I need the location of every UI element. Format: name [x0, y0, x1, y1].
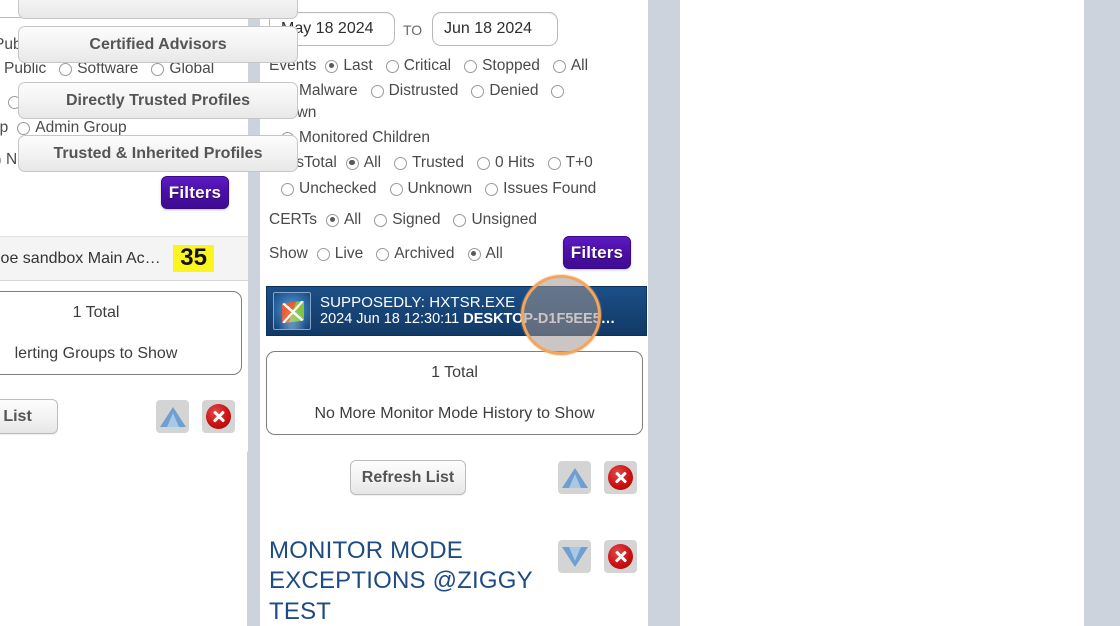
radio-label-vt-0hits: 0 Hits [495, 154, 535, 171]
triangle-up-icon [159, 406, 186, 427]
left-result-message: lerting Groups to Show [14, 344, 178, 362]
event-row-timestamp: 2024 Jun 18 12:30:11 [320, 311, 464, 328]
left-filters-button[interactable]: Filters [161, 176, 229, 209]
radio-label-show-live: Live [334, 245, 364, 262]
radio-label-events-all: All [570, 57, 589, 74]
certs-label: CERTs [269, 211, 317, 228]
radio-label-show-all: All [485, 245, 503, 262]
events-radio-row-3: Monitored Children [281, 129, 443, 147]
radio-vt-trusted[interactable] [394, 156, 408, 170]
virustotal-radio-row-2: Unchecked Unknown Issues Found [281, 180, 609, 198]
certs-radio-row: CERTs All Signed Unsigned [269, 211, 550, 229]
radio-label-vt-all: All [363, 154, 382, 171]
middle-result-message: No More Monitor Mode History to Show [314, 404, 595, 422]
certified-advisors-button[interactable]: Certified Advisors [18, 26, 298, 63]
radio-events-last[interactable] [325, 59, 339, 73]
events-radio-row-1: Events Last Critical Stopped All [269, 57, 601, 75]
radio-label-events-stopped: Stopped [482, 57, 540, 74]
left-list-item[interactable]: joe sandbox Main Ac… 35 [0, 236, 248, 281]
date-to-input[interactable]: Jun 18 2024 [432, 12, 558, 46]
middle-filters-button[interactable]: Filters [563, 236, 631, 269]
left-list-item-label: joe sandbox Main Ac… [0, 249, 161, 267]
panel-gutter-middle [648, 0, 680, 626]
bottom-expand-down-button[interactable] [558, 540, 591, 573]
radio-label-events-last: Last [343, 57, 373, 74]
middle-refresh-list-button[interactable]: Refresh List [350, 460, 466, 495]
radio-vt-tplus0[interactable] [547, 156, 561, 170]
close-x-icon [206, 404, 231, 429]
directly-trusted-profiles-button[interactable]: Directly Trusted Profiles [18, 82, 298, 119]
left-admin-row-prefix: up [0, 119, 9, 136]
middle-result-total: 1 Total [431, 363, 478, 381]
radio-label-monitored-children: Monitored Children [299, 129, 430, 146]
events-radio-row-2: Malware Distrusted Denied [281, 82, 565, 100]
radio-certs-signed[interactable] [374, 213, 388, 227]
event-row-hostname: DESKTOP-D1F5EE5… [463, 311, 616, 328]
radio-label-certs-unsigned: Unsigned [471, 211, 537, 228]
radio-software[interactable] [59, 62, 73, 76]
radio-label-vt-issues-found: Issues Found [503, 180, 597, 197]
radio-label-certs-signed: Signed [392, 211, 441, 228]
radio-vt-all[interactable] [345, 156, 359, 170]
left-refresh-list-button[interactable]: sh List [0, 399, 58, 434]
middle-collapse-up-button[interactable] [558, 461, 591, 494]
date-separator-label: TO [403, 22, 423, 38]
radio-none[interactable] [0, 153, 1, 167]
radio-events-distrusted[interactable] [370, 84, 384, 98]
radio-events-denied[interactable] [471, 84, 485, 98]
panel-gutter-right [1084, 0, 1120, 626]
windows-logo-icon [273, 292, 311, 330]
radio-vt-issues-found[interactable] [485, 182, 499, 196]
left-result-box: 1 Total lerting Groups to Show [0, 291, 242, 375]
radio-events-all[interactable] [552, 59, 566, 73]
left-collapse-up-button[interactable] [156, 400, 189, 433]
radio-vt-unchecked[interactable] [281, 182, 294, 196]
radio-vt-unknown[interactable] [389, 182, 403, 196]
radio-show-archived[interactable] [376, 247, 390, 261]
radio-global[interactable] [151, 62, 165, 76]
radio-events-critical[interactable] [385, 59, 399, 73]
show-radio-row: Show Live Archived All [269, 245, 516, 263]
radio-label-events-critical: Critical [403, 57, 452, 74]
radio-label-show-archived: Archived [394, 245, 455, 262]
radio-certs-all[interactable] [325, 213, 339, 227]
show-label: Show [269, 245, 308, 262]
radio-show-live[interactable] [316, 247, 330, 261]
event-list-row-selected[interactable]: SUPPOSEDLY: HXTSR.EXE 2024 Jun 18 12:30:… [266, 286, 647, 336]
virustotal-radio-row-1: VirusTotal All Trusted 0 Hits T+0 [269, 154, 606, 172]
radio-vt-0hits[interactable] [477, 156, 490, 170]
radio-label-events-distrusted: Distrusted [388, 82, 459, 99]
right-partial-button[interactable] [18, 0, 298, 19]
screen-root: Public, Software & Global Public Softwar… [0, 0, 1120, 626]
radio-certs-unsigned[interactable] [453, 213, 467, 227]
trusted-inherited-profiles-button[interactable]: Trusted & Inherited Profiles [18, 135, 298, 172]
radio-label-events-malware: Malware [299, 82, 358, 99]
radio-events-stopped[interactable] [464, 59, 478, 73]
event-row-subtitle: 2024 Jun 18 12:30:11 DESKTOP-D1F5EE5… [320, 311, 615, 328]
radio-label-certs-all: All [343, 211, 362, 228]
middle-result-box: 1 Total No More Monitor Mode History to … [266, 351, 643, 435]
close-x-icon [608, 465, 633, 490]
radio-events-known[interactable] [551, 84, 565, 98]
monitor-mode-exceptions-title: MONITOR MODE EXCEPTIONS @ZIGGY TEST [269, 537, 533, 625]
right-actions-panel [680, 0, 1084, 198]
radio-label-vt-trusted: Trusted [412, 154, 464, 171]
radio-label-vt-unknown: Unknown [407, 180, 473, 197]
middle-close-button[interactable] [604, 461, 637, 494]
triangle-down-icon [561, 546, 588, 567]
radio-show-all[interactable] [467, 247, 481, 261]
radio-label-vt-tplus0: T+0 [565, 154, 593, 171]
event-row-title: SUPPOSEDLY: HXTSR.EXE [320, 293, 516, 311]
radio-label-vt-unchecked: Unchecked [299, 180, 377, 197]
bottom-close-button[interactable] [604, 540, 637, 573]
radio-admin-group[interactable] [17, 121, 31, 135]
left-result-total: 1 Total [72, 303, 120, 321]
left-list-item-badge: 35 [173, 244, 214, 272]
triangle-up-icon [561, 467, 588, 488]
event-row-text: SUPPOSEDLY: HXTSR.EXE 2024 Jun 18 12:30:… [320, 294, 615, 329]
close-x-icon [608, 544, 633, 569]
radio-label-events-denied: Denied [489, 82, 539, 99]
left-close-button[interactable] [202, 400, 235, 433]
